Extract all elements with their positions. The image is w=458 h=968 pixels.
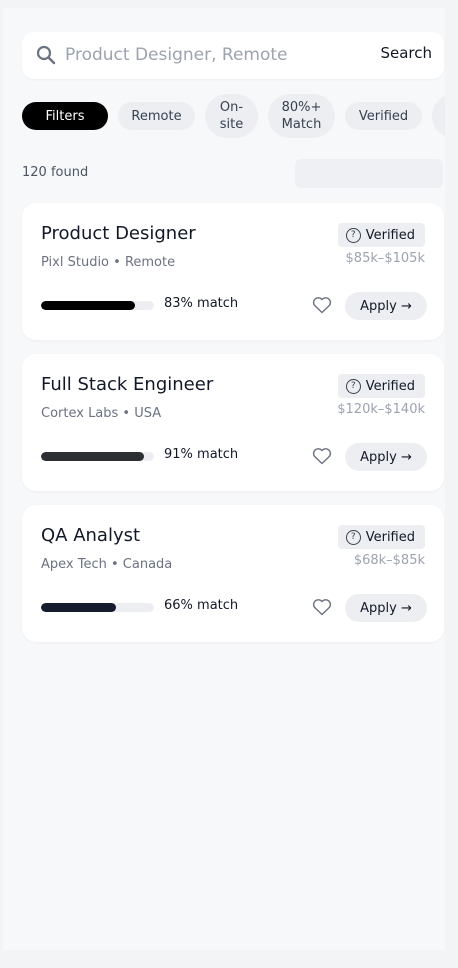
- search-input[interactable]: [65, 42, 365, 68]
- match-label: 83% match: [164, 296, 239, 311]
- apply-button[interactable]: Apply →: [345, 443, 427, 471]
- job-salary: $85k–$105k: [345, 251, 425, 266]
- job-title: Full Stack Engineer: [41, 374, 214, 395]
- search-bar: Search: [22, 32, 444, 79]
- filter-chip-more[interactable]: [432, 94, 445, 138]
- match-bar-fill: [41, 301, 135, 310]
- verified-badge: ? Verified: [337, 374, 425, 398]
- job-title: QA Analyst: [41, 525, 141, 546]
- verified-label: Verified: [365, 529, 415, 545]
- job-card[interactable]: Full Stack Engineer Cortex Labs • USA ? …: [22, 354, 444, 491]
- job-card[interactable]: QA Analyst Apex Tech • Canada ? Verified…: [22, 505, 444, 642]
- match-bar: [41, 301, 154, 310]
- match-label: 66% match: [164, 598, 239, 613]
- heart-icon[interactable]: [312, 598, 332, 616]
- sort-placeholder: [295, 159, 443, 188]
- job-search-screen: Search Filters Remote On- site 80%+ Matc…: [3, 8, 445, 950]
- question-circle-icon: ?: [345, 227, 361, 243]
- filter-chip-verified[interactable]: Verified: [345, 102, 422, 130]
- verified-label: Verified: [365, 227, 415, 243]
- filter-chip-remote[interactable]: Remote: [118, 102, 195, 130]
- match-bar: [41, 452, 154, 461]
- job-card[interactable]: Product Designer Pixl Studio • Remote ? …: [22, 203, 444, 340]
- match-bar-fill: [41, 452, 144, 461]
- apply-button[interactable]: Apply →: [345, 292, 427, 320]
- filter-chip-80-match[interactable]: 80%+ Match: [268, 94, 335, 138]
- job-salary: $120k–$140k: [337, 402, 425, 417]
- verified-badge: ? Verified: [337, 223, 425, 247]
- filter-chips: Filters Remote On- site 80%+ Match Verif…: [22, 94, 445, 138]
- heart-icon[interactable]: [312, 447, 332, 465]
- match-bar-fill: [41, 603, 116, 612]
- apply-button[interactable]: Apply →: [345, 594, 427, 622]
- match-bar: [41, 603, 154, 612]
- job-title: Product Designer: [41, 223, 196, 244]
- search-button[interactable]: Search: [380, 44, 432, 62]
- question-circle-icon: ?: [345, 529, 361, 545]
- job-company-location: Apex Tech • Canada: [41, 557, 173, 572]
- filter-chip-on-site[interactable]: On- site: [205, 94, 258, 138]
- job-company-location: Pixl Studio • Remote: [41, 255, 176, 270]
- filter-chip-filters[interactable]: Filters: [22, 102, 108, 130]
- verified-badge: ? Verified: [337, 525, 425, 549]
- results-count: 120 found: [22, 165, 89, 180]
- match-label: 91% match: [164, 447, 239, 462]
- search-icon: [36, 45, 56, 65]
- verified-label: Verified: [365, 378, 415, 394]
- question-circle-icon: ?: [345, 378, 361, 394]
- heart-icon[interactable]: [312, 296, 332, 314]
- job-company-location: Cortex Labs • USA: [41, 406, 162, 421]
- job-salary: $68k–$85k: [353, 553, 425, 568]
